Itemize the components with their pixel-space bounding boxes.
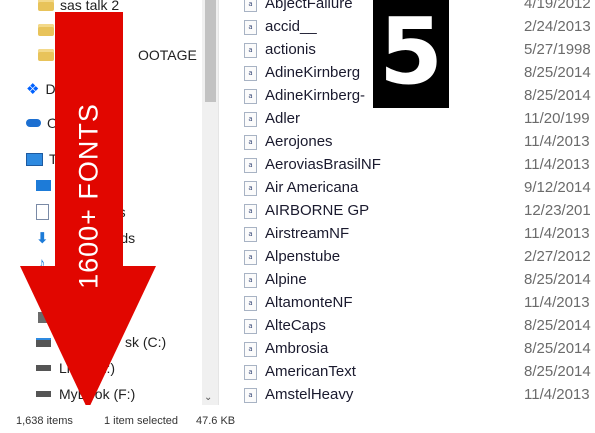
file-date: 4/19/2012 xyxy=(524,0,591,12)
onedrive-icon xyxy=(26,119,41,127)
file-name: Aerojones xyxy=(265,133,333,150)
file-name: Adler xyxy=(265,110,301,127)
file-name: AlteCaps xyxy=(265,317,326,334)
file-date: 8/25/2014 xyxy=(524,64,591,81)
nav-scrollbar[interactable]: ⌄ xyxy=(202,0,218,405)
nav-item-folder[interactable] xyxy=(38,19,54,41)
file-row[interactable]: a AlteCaps 8/25/2014 xyxy=(219,315,595,338)
file-name: Alpenstube xyxy=(265,248,341,265)
font-file-icon: a xyxy=(244,158,257,173)
file-date: 11/20/199 xyxy=(524,110,590,127)
font-file-icon: a xyxy=(244,135,257,150)
folder-icon xyxy=(38,0,54,11)
file-name: Ambrosia xyxy=(265,340,329,357)
dropbox-icon: ❖ xyxy=(26,81,40,98)
file-date: 8/25/2014 xyxy=(524,271,591,288)
font-file-icon: a xyxy=(244,273,257,288)
file-name: AltamonteNF xyxy=(265,294,353,311)
font-file-icon: a xyxy=(244,112,257,127)
selected-size: 47.6 KB xyxy=(196,415,236,427)
font-file-icon: a xyxy=(244,388,257,403)
file-name: Air Americana xyxy=(265,179,359,196)
file-name: Alpine xyxy=(265,271,307,288)
file-row[interactable]: a AmstelHeavy 11/4/2013 xyxy=(219,384,595,405)
file-date: 8/25/2014 xyxy=(524,340,591,357)
font-file-icon: a xyxy=(244,89,257,104)
font-file-icon: a xyxy=(244,20,257,35)
file-date: 11/4/2013 xyxy=(524,386,590,403)
font-file-icon: a xyxy=(244,227,257,242)
file-name: AmericanText xyxy=(265,363,356,380)
file-name: AirstreamNF xyxy=(265,225,350,242)
scroll-down-icon[interactable]: ⌄ xyxy=(204,392,212,403)
file-date: 11/4/2013 xyxy=(524,225,590,242)
file-row[interactable]: a AeroviasBrasilNF 11/4/2013 xyxy=(219,154,595,177)
overlay-number: 5 xyxy=(373,0,449,108)
file-row[interactable]: a Air Americana 9/12/2014 xyxy=(219,177,595,200)
font-file-icon: a xyxy=(244,66,257,81)
file-name: AdineKirnberg- xyxy=(265,87,366,104)
nav-scrollbar-thumb[interactable] xyxy=(205,0,216,102)
font-file-icon: a xyxy=(244,181,257,196)
file-row[interactable]: a Aerojones 11/4/2013 xyxy=(219,131,595,154)
file-name: AmstelHeavy xyxy=(265,386,354,403)
item-count: 1,638 items xyxy=(16,415,73,427)
file-date: 5/27/1998 xyxy=(524,41,591,58)
file-row[interactable]: a AltamonteNF 11/4/2013 xyxy=(219,292,595,315)
downloads-icon: ⬇ xyxy=(36,230,49,247)
nav-item-dropbox[interactable]: ❖ D xyxy=(26,78,56,100)
folder-icon xyxy=(38,49,54,61)
desktop-icon xyxy=(36,179,51,191)
nav-item-label: OOTAGE xyxy=(138,47,197,63)
file-row[interactable]: a Ambrosia 8/25/2014 xyxy=(219,338,595,361)
file-date: 11/4/2013 xyxy=(524,133,590,150)
selected-count: 1 item selected xyxy=(104,415,178,427)
font-file-icon: a xyxy=(244,296,257,311)
font-file-icon: a xyxy=(244,319,257,334)
file-date: 12/23/201 xyxy=(524,202,591,219)
font-file-icon: a xyxy=(244,43,257,58)
font-file-icon: a xyxy=(244,204,257,219)
file-row[interactable]: a Alpine 8/25/2014 xyxy=(219,269,595,292)
file-date: 8/25/2014 xyxy=(524,317,591,334)
file-name: accid__ xyxy=(265,18,317,35)
file-row[interactable]: a Adler 11/20/199 xyxy=(219,108,595,131)
status-bar: 1,638 items 1 item selected 47.6 KB xyxy=(0,405,595,433)
documents-icon xyxy=(36,204,49,220)
font-file-icon: a xyxy=(244,365,257,380)
file-date: 9/12/2014 xyxy=(524,179,591,196)
nav-item-this-pc[interactable]: T xyxy=(26,148,58,170)
font-file-icon: a xyxy=(244,0,257,12)
nav-item-desktop[interactable] xyxy=(36,174,51,196)
file-date: 8/25/2014 xyxy=(524,87,591,104)
file-name: actionis xyxy=(265,41,316,58)
folder-icon xyxy=(38,24,54,36)
file-name: AeroviasBrasilNF xyxy=(265,156,381,173)
file-date: 8/25/2014 xyxy=(524,363,591,380)
font-file-icon: a xyxy=(244,250,257,265)
file-date: 11/4/2013 xyxy=(524,156,590,173)
file-date: 2/24/2013 xyxy=(524,18,591,35)
file-row[interactable]: a AIRBORNE GP 12/23/201 xyxy=(219,200,595,223)
file-date: 2/27/2012 xyxy=(524,248,591,265)
file-row[interactable]: a AirstreamNF 11/4/2013 xyxy=(219,223,595,246)
file-row[interactable]: a AmericanText 8/25/2014 xyxy=(219,361,595,384)
font-file-icon: a xyxy=(244,342,257,357)
file-name: AIRBORNE GP xyxy=(265,202,370,219)
arrow-banner-text: 1600+ FONTS xyxy=(73,103,104,289)
file-name: AdineKirnberg xyxy=(265,64,361,81)
this-pc-icon xyxy=(26,152,43,166)
file-date: 11/4/2013 xyxy=(524,294,590,311)
nav-item-onedrive[interactable]: O xyxy=(26,112,58,134)
file-row[interactable]: a Alpenstube 2/27/2012 xyxy=(219,246,595,269)
file-name: AbjectFailure xyxy=(265,0,353,12)
